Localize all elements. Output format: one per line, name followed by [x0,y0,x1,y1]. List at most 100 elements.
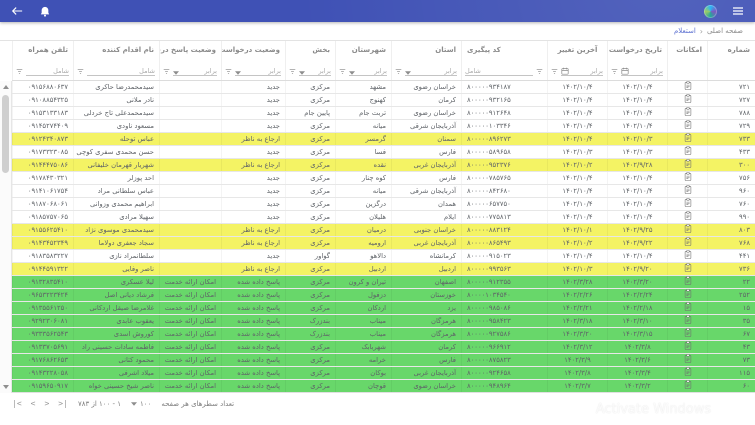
table-row[interactable]: ۱۱۵۱۴۰۲/۳/۴۱۴۰۲/۳/۸۸۰۰۰۰۰۹۲۴۶۵۸آذربایجان… [12,367,755,380]
filter-input-county[interactable]: برابر [349,64,387,76]
cell-actions [667,120,707,132]
report-clipboard-icon[interactable] [684,159,692,171]
table-row[interactable]: ۸۰۳۱۴۰۲/۹/۲۵۱۴۰۲/۱۰/۱۸۰۰۰۰۰۸۸۳۱۲۴خراسان … [12,224,755,237]
vertical-scrollbar[interactable] [0,81,12,393]
report-clipboard-icon[interactable] [684,146,692,158]
calendar-icon[interactable] [621,67,629,75]
cell-district: مرکزی [285,341,335,353]
filter-funnel-icon[interactable] [551,68,558,76]
rows-per-page-select[interactable]: ۱۰۰ [131,400,151,408]
filter-input-status[interactable]: برابر [235,64,281,76]
table-row[interactable]: ۶۷۱۴۰۲/۳/۱۵۱۴۰۲/۳/۲۰۸۰۰۰۰۰۹۲۷۵۸۶هرمزگانم… [12,328,755,341]
filter-input-date[interactable]: برابر [621,64,663,76]
cell-province: خراسان رضوی [391,81,461,93]
report-clipboard-icon[interactable] [684,367,692,379]
report-clipboard-icon[interactable] [684,263,692,275]
table-row[interactable]: ۱۵۱۴۰۲/۲/۱۸۱۴۰۲/۲/۲۱۸۰۰۰۰۰۹۸۵۰۸۶یزداردکا… [12,302,755,315]
report-clipboard-icon[interactable] [684,341,692,353]
menu-hamburger-icon[interactable] [731,4,745,18]
table-row[interactable]: ۴۴۱۱۴۰۲/۱۰/۴۱۴۰۲/۱۰/۴۸۰۰۰۰۰۹۱۵۰۲۳کرمانشا… [12,250,755,263]
filter-funnel-icon[interactable] [395,68,402,76]
table-row[interactable]: ۷۲۱۱۴۰۲/۱۰/۴۱۴۰۲/۱۰/۴۸۰۰۰۰۰۹۳۴۱۸۷خراسان … [12,81,755,94]
report-clipboard-icon[interactable] [684,211,692,223]
report-clipboard-icon[interactable] [684,224,692,236]
caret-down-icon[interactable] [349,71,355,75]
column-label: وضعیت درخواست [222,41,285,57]
cell-num: ۷۸۸ [707,107,755,119]
filter-funnel-icon[interactable] [77,68,84,76]
filter-funnel-icon[interactable] [289,68,296,76]
report-clipboard-icon[interactable] [684,354,692,366]
last-page-button[interactable]: >| [58,399,68,408]
table-row[interactable]: ۲۲۱۴۰۲/۳/۲۰۱۴۰۲/۳/۲۸۸۰۰۰۰۰۹۱۲۳۵۵اصفهانتی… [12,276,755,289]
caret-down-icon[interactable] [173,71,179,75]
report-clipboard-icon[interactable] [684,120,692,132]
cell-county: میانه [335,120,391,132]
caret-down-icon[interactable] [299,71,305,75]
filter-funnel-icon[interactable] [16,68,23,76]
table-row[interactable]: ۷۳۱۴۰۲/۳/۶۱۴۰۲/۳/۹۸۰۰۰۰۰۸۷۵۸۲۳فارسخرامهم… [12,354,755,367]
filter-funnel-icon[interactable] [536,68,543,76]
filter-input-district[interactable]: برابر [299,64,331,76]
table-row[interactable]: ۲۵۲۱۴۰۲/۲/۲۴۱۴۰۲/۲/۲۶۸۰۰۰۰۱۰۳۴۵۴۰خوزستان… [12,289,755,302]
scrollbar-thumb[interactable] [2,95,9,173]
cell-num: ۱۵ [707,302,755,314]
filter-funnel-icon[interactable] [339,68,346,76]
scroll-down-icon[interactable] [3,385,9,389]
report-clipboard-icon[interactable] [684,198,692,210]
next-page-button[interactable]: > [44,399,49,408]
filter-input-response[interactable]: برابر [173,64,217,76]
filter-funnel-icon[interactable] [163,68,170,76]
table-row[interactable]: ۷۳۶۱۴۰۲/۹/۲۰۱۴۰۲/۱۰/۳۸۰۰۰۰۰۹۹۳۵۶۳اردبیلا… [12,263,755,276]
scroll-up-icon[interactable] [3,85,9,89]
table-row[interactable]: ۹۹۰۱۴۰۲/۱۰/۴۱۴۰۲/۱۰/۴۸۰۰۰۰۰۷۷۵۸۱۳ایلامهل… [12,211,755,224]
filter-input-phone[interactable]: شامل [26,64,69,76]
filter-input-actor[interactable]: شامل [87,64,155,76]
cell-phone: ۰۹۱۳۳۷۰۵۶۹۱ [12,341,73,353]
breadcrumb-home-link[interactable]: صفحه اصلی [707,27,743,35]
report-clipboard-icon[interactable] [684,94,692,106]
filter-input-change[interactable]: برابر [561,64,603,76]
report-clipboard-icon[interactable] [684,81,692,93]
cell-num: ۷۶۰ [707,198,755,210]
table-row[interactable]: ۷۵۶۱۴۰۲/۱۰/۴۱۴۰۲/۱۰/۴۸۰۰۰۰۰۷۸۵۷۶۵فارسکوه… [12,172,755,185]
table-row[interactable]: ۴۳۳۱۴۰۲/۱۰/۳۱۴۰۲/۱۰/۳۸۰۰۰۰۰۵۸۹۶۵۸فارسفسا… [12,146,755,159]
report-clipboard-icon[interactable] [684,302,692,314]
table-row[interactable]: ۷۶۰۱۴۰۲/۱۰/۴۱۴۰۲/۱۰/۴۸۰۰۰۰۰۶۵۷۷۵۰همداندر… [12,198,755,211]
report-clipboard-icon[interactable] [684,185,692,197]
filter-funnel-icon[interactable] [611,68,618,76]
first-page-button[interactable]: |< [12,399,22,408]
report-clipboard-icon[interactable] [684,276,692,288]
cell-date: ۱۴۰۲/۳/۲۰ [607,276,667,288]
report-clipboard-icon[interactable] [684,289,692,301]
table-row[interactable]: ۳۰۰۱۴۰۲/۹/۲۸۱۴۰۲/۱۰/۲۸۰۰۰۰۰۹۵۲۳۷۶آذربایج… [12,159,755,172]
caret-down-icon[interactable] [405,71,411,75]
report-clipboard-icon[interactable] [684,172,692,184]
filter-funnel-icon[interactable] [225,68,232,76]
table-row[interactable]: ۷۲۹۱۴۰۲/۱۰/۴۱۴۰۲/۱۰/۴۸۰۰۰۰۰۱۰۳۳۴۶آذربایج… [12,120,755,133]
cell-code: ۸۰۰۰۰۰۹۲۴۶۵۸ [461,367,547,379]
report-clipboard-icon[interactable] [684,328,692,340]
table-row[interactable]: ۶۰۱۴۰۲/۳/۲۱۴۰۲/۳/۷۸۰۰۰۰۰۹۴۸۹۶۴خراسان رضو… [12,380,755,392]
back-arrow-icon[interactable] [10,4,24,18]
filter-input-code[interactable]: شامل [465,64,533,76]
cell-province: خراسان جنوبی [391,224,461,236]
report-clipboard-icon[interactable] [684,107,692,119]
notifications-bell-icon[interactable] [38,4,52,18]
table-row[interactable]: ۷۸۸۱۴۰۲/۱۰/۴۱۴۰۲/۱۰/۴۸۰۰۰۰۰۹۱۲۶۴۸خراسان … [12,107,755,120]
table-row[interactable]: ۷۳۳۱۴۰۲/۱۰/۳۱۴۰۲/۱۰/۴۸۰۰۰۰۰۸۹۶۲۷۳سمنانگر… [12,133,755,146]
report-clipboard-icon[interactable] [684,133,692,145]
table-row[interactable]: ۹۶۰۱۴۰۲/۱۰/۴۱۴۰۲/۱۰/۴۸۰۰۰۰۰۸۴۲۶۸۰آذربایج… [12,185,755,198]
filter-input-province[interactable]: برابر [405,64,457,76]
report-clipboard-icon[interactable] [684,380,692,392]
table-row[interactable]: ۴۳۱۴۰۲/۳/۸۱۴۰۲/۳/۱۲۸۰۰۰۰۰۹۶۶۹۱۲کرمانشهرب… [12,341,755,354]
table-row[interactable]: ۳۵۱۴۰۲/۳/۱۰۱۴۰۲/۳/۱۸۸۰۰۰۰۰۹۵۸۴۲۳هرمزگانم… [12,315,755,328]
report-clipboard-icon[interactable] [684,315,692,327]
prev-page-button[interactable]: < [31,399,36,408]
caret-down-icon[interactable] [235,71,241,75]
table-row[interactable]: ۷۶۸۱۴۰۲/۹/۲۲۱۴۰۲/۱۰/۲۸۰۰۰۰۰۸۶۵۴۹۳آذربایج… [12,237,755,250]
report-clipboard-icon[interactable] [684,237,692,249]
calendar-icon[interactable] [561,67,569,75]
report-clipboard-icon[interactable] [684,250,692,262]
table-row[interactable]: ۷۲۷۱۴۰۲/۱۰/۴۱۴۰۲/۱۰/۴۸۰۰۰۰۰۹۳۲۱۶۵کرمانکه… [12,94,755,107]
